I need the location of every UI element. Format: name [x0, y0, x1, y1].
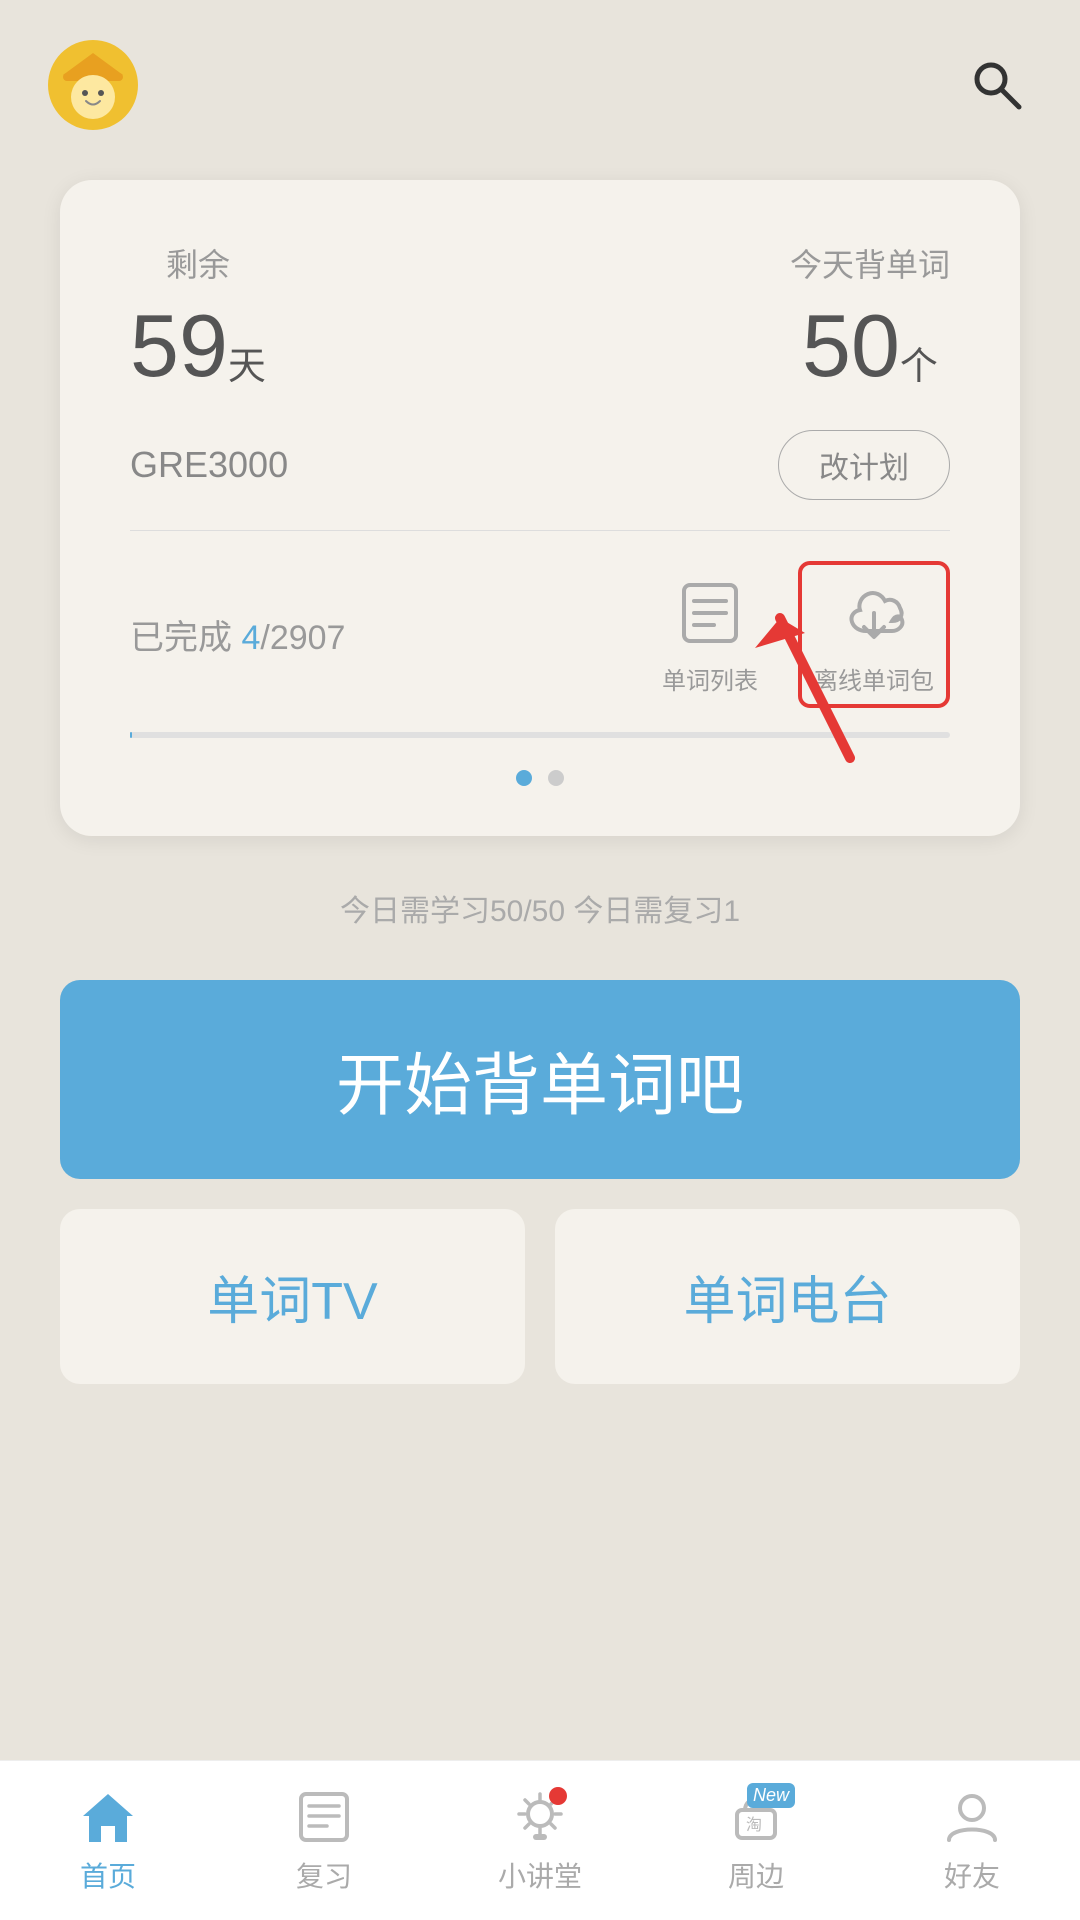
- pagination-dots: [130, 770, 950, 786]
- lecture-badge: [549, 1787, 567, 1805]
- daily-info-text: 今日需学习50/50 今日需复习1: [340, 895, 740, 928]
- progress-row: 已完成 4/2907 单词列表: [130, 561, 950, 708]
- nav-label-friends: 好友: [944, 1855, 1000, 1895]
- nav-item-shop[interactable]: 淘 New 周边: [666, 1787, 846, 1895]
- shop-new-badge: New: [747, 1783, 795, 1808]
- svg-text:淘: 淘: [746, 1816, 762, 1834]
- today-unit: 个: [900, 335, 938, 390]
- today-label: 今天背单词: [790, 240, 950, 286]
- word-radio-button[interactable]: 单词电台: [555, 1209, 1020, 1384]
- header-left: [48, 40, 138, 130]
- header: [0, 0, 1080, 150]
- card-divider: [130, 530, 950, 531]
- word-tv-button[interactable]: 单词TV: [60, 1209, 525, 1384]
- progress-bar-fill: [130, 732, 132, 738]
- dot-1: [516, 770, 532, 786]
- plan-name: GRE3000: [130, 444, 288, 486]
- offline-icon-box: [829, 573, 919, 653]
- remaining-unit: 天: [228, 335, 266, 390]
- nav-label-review: 复习: [296, 1855, 352, 1895]
- plan-row: GRE3000 改计划: [130, 430, 950, 500]
- card-stats: 剩余 59 天 今天背单词 50 个: [130, 240, 950, 390]
- friends-icon: [937, 1787, 1007, 1847]
- word-list-icon-box: [665, 573, 755, 653]
- nav-label-shop: 周边: [728, 1855, 784, 1895]
- change-plan-button[interactable]: 改计划: [778, 430, 950, 500]
- nav-item-friends[interactable]: 好友: [882, 1787, 1062, 1895]
- word-list-label: 单词列表: [662, 661, 758, 696]
- today-stat: 今天背单词 50 个: [790, 240, 950, 390]
- word-list-icon: [674, 577, 746, 649]
- offline-package-button[interactable]: 离线单词包: [798, 561, 950, 708]
- nav-item-review[interactable]: 复习: [234, 1787, 414, 1895]
- home-icon: [73, 1787, 143, 1847]
- secondary-buttons: 单词TV 单词电台: [60, 1209, 1020, 1384]
- remaining-label: 剩余: [166, 240, 230, 286]
- word-tv-label: 单词TV: [207, 1273, 377, 1331]
- search-button[interactable]: [962, 50, 1032, 120]
- main-card: 剩余 59 天 今天背单词 50 个 GRE3000 改计划 已完成 4/290…: [60, 180, 1020, 836]
- word-radio-label: 单词电台: [683, 1273, 891, 1331]
- remaining-value: 59: [130, 302, 228, 390]
- nav-label-lecture: 小讲堂: [498, 1855, 582, 1895]
- avatar-svg: [53, 45, 133, 125]
- today-value: 50: [802, 302, 900, 390]
- completed-label: 已完成: [130, 619, 232, 657]
- start-study-label: 开始背单词吧: [336, 1048, 744, 1124]
- total-value: 2907: [270, 619, 346, 657]
- action-icons: 单词列表 离线单词包: [662, 561, 950, 708]
- completed-value: 4: [241, 619, 260, 657]
- avatar[interactable]: [48, 40, 138, 130]
- nav-label-home: 首页: [80, 1855, 136, 1895]
- cloud-download-icon: [838, 577, 910, 649]
- bottom-nav: 首页 复习: [0, 1760, 1080, 1920]
- word-list-button[interactable]: 单词列表: [662, 573, 758, 696]
- remaining-stat: 剩余 59 天: [130, 240, 266, 390]
- daily-info-section: 今日需学习50/50 今日需复习1: [0, 886, 1080, 930]
- nav-item-lecture[interactable]: 小讲堂: [450, 1787, 630, 1895]
- search-icon: [969, 57, 1025, 113]
- progress-bar-container: [130, 732, 950, 738]
- review-icon: [289, 1787, 359, 1847]
- nav-item-home[interactable]: 首页: [18, 1787, 198, 1895]
- lecture-icon: [505, 1787, 575, 1847]
- shop-icon: 淘 New: [721, 1787, 791, 1847]
- start-study-button[interactable]: 开始背单词吧: [60, 980, 1020, 1179]
- progress-text: 已完成 4/2907: [130, 610, 345, 659]
- offline-label: 离线单词包: [814, 661, 934, 696]
- dot-2: [548, 770, 564, 786]
